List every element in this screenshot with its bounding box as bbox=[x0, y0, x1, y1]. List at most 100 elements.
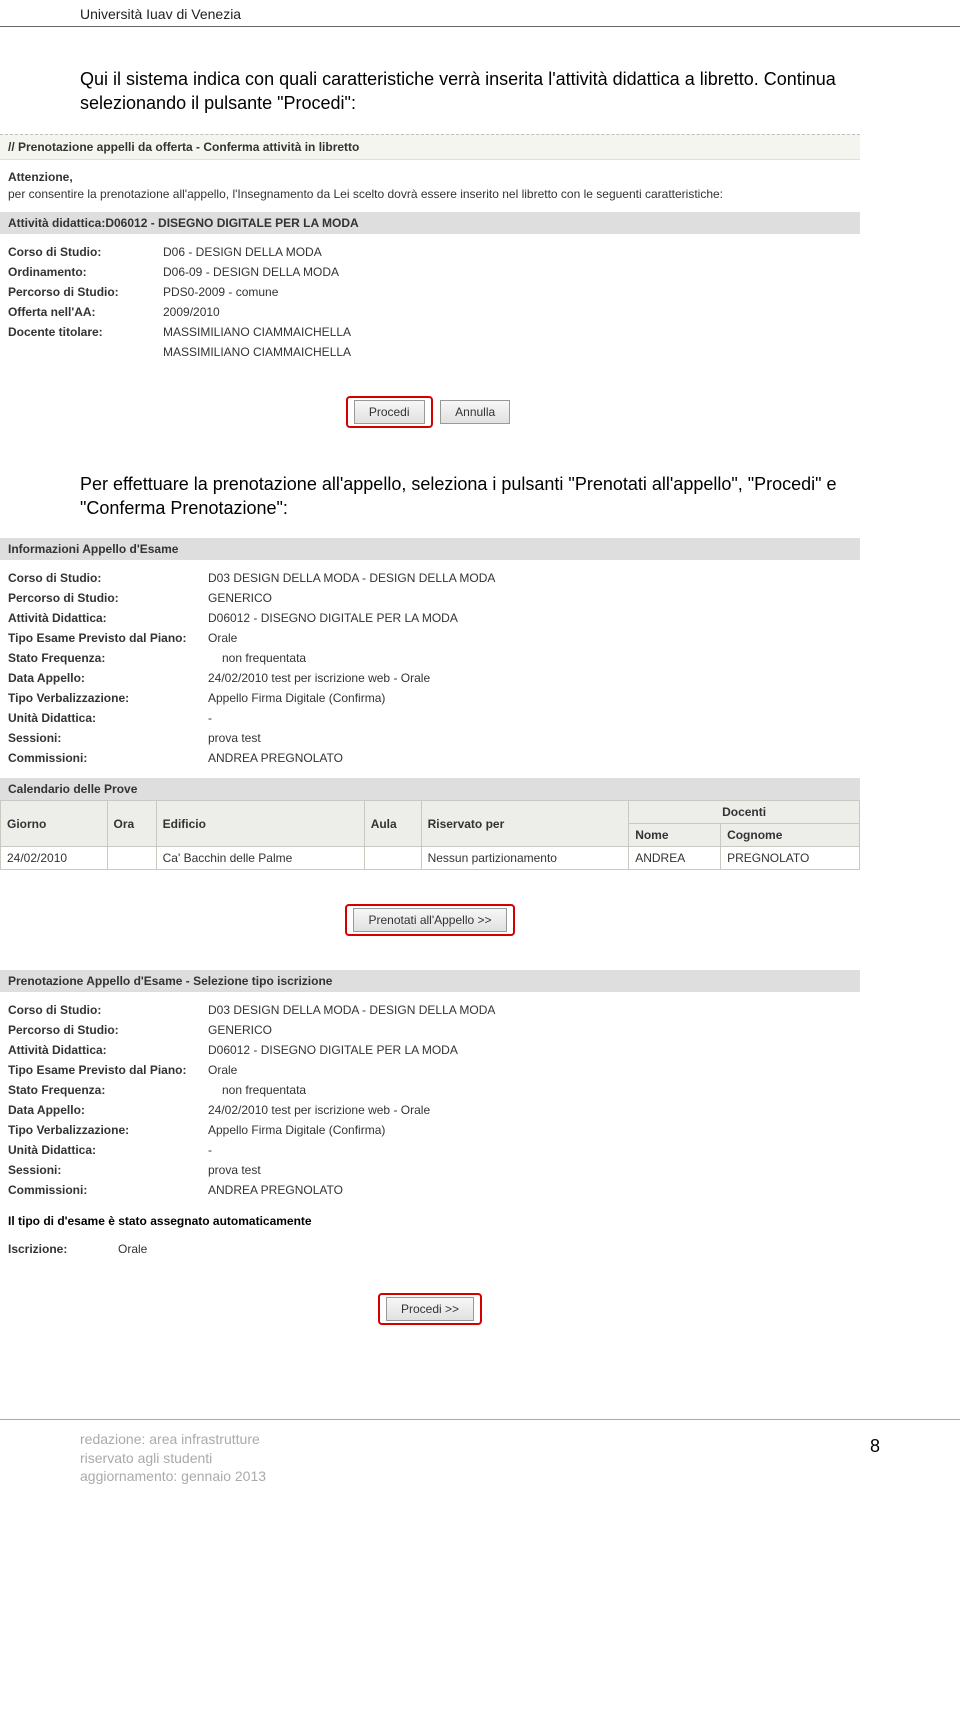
panel2-title: Informazioni Appello d'Esame bbox=[0, 538, 860, 560]
info-value: - bbox=[208, 711, 212, 725]
info-label: Sessioni: bbox=[8, 1163, 208, 1177]
footer-line-2: riservato agli studenti bbox=[80, 1449, 266, 1467]
panel-exam-info: Informazioni Appello d'Esame Corso di St… bbox=[0, 538, 860, 950]
university-name: Università Iuav di Venezia bbox=[80, 6, 241, 22]
info-row: Data Appello:24/02/2010 test per iscrizi… bbox=[0, 1100, 860, 1120]
info-label: Sessioni: bbox=[8, 731, 208, 745]
info-row: Unità Didattica:- bbox=[0, 708, 860, 728]
info-label: Percorso di Studio: bbox=[8, 1023, 208, 1037]
info-value: Orale bbox=[208, 631, 237, 645]
info-label: Commissioni: bbox=[8, 1183, 208, 1197]
info-value: MASSIMILIANO CIAMMAICHELLA bbox=[163, 325, 351, 339]
procedi2-highlight: Procedi >> bbox=[378, 1293, 482, 1325]
info-label: Unità Didattica: bbox=[8, 1143, 208, 1157]
info-value: D03 DESIGN DELLA MODA - DESIGN DELLA MOD… bbox=[208, 1003, 495, 1017]
info-label: Commissioni: bbox=[8, 751, 208, 765]
info-row: Sessioni:prova test bbox=[0, 1160, 860, 1180]
calendar-table: Giorno Ora Edificio Aula Riservato per D… bbox=[0, 800, 860, 870]
info-value: D06012 - DISEGNO DIGITALE PER LA MODA bbox=[208, 1043, 458, 1057]
info-label: Tipo Verbalizzazione: bbox=[8, 691, 208, 705]
info-label: Ordinamento: bbox=[8, 265, 163, 279]
table-row: 24/02/2010 Ca' Bacchin delle Palme Nessu… bbox=[1, 847, 860, 870]
info-value: non frequentata bbox=[208, 651, 306, 665]
panel-confirm-activity: // Prenotazione appelli da offerta - Con… bbox=[0, 134, 860, 442]
prenotati-highlight: Prenotati all'Appello >> bbox=[345, 904, 514, 936]
panel1-button-row: Procedi Annulla bbox=[0, 362, 860, 442]
info-row: Data Appello:24/02/2010 test per iscrizi… bbox=[0, 668, 860, 688]
info-value: Orale bbox=[208, 1063, 237, 1077]
info-label: Tipo Esame Previsto dal Piano: bbox=[8, 1063, 208, 1077]
info-label: Docente titolare: bbox=[8, 325, 163, 339]
info-row: Corso di Studio:D03 DESIGN DELLA MODA - … bbox=[0, 1000, 860, 1020]
info-row: Commissioni:ANDREA PREGNOLATO bbox=[0, 748, 860, 768]
info-row: Corso di Studio:D06 - DESIGN DELLA MODA bbox=[0, 242, 860, 262]
info-label: Tipo Esame Previsto dal Piano: bbox=[8, 631, 208, 645]
info-label: Attività Didattica: bbox=[8, 1043, 208, 1057]
info-label: Data Appello: bbox=[8, 1103, 208, 1117]
info-row: Sessioni:prova test bbox=[0, 728, 860, 748]
activity-bar: Attività didattica:D06012 - DISEGNO DIGI… bbox=[0, 212, 860, 234]
info-value: 24/02/2010 test per iscrizione web - Ora… bbox=[208, 671, 430, 685]
procedi-button[interactable]: Procedi bbox=[354, 400, 425, 424]
info-label: Stato Frequenza: bbox=[8, 1083, 208, 1097]
paragraph-1: Qui il sistema indica con quali caratter… bbox=[0, 67, 960, 116]
page-number: 8 bbox=[870, 1430, 880, 1457]
info-row: Percorso di Studio:PDS0-2009 - comune bbox=[0, 282, 860, 302]
info-label: Tipo Verbalizzazione: bbox=[8, 1123, 208, 1137]
info-row: Attività Didattica:D06012 - DISEGNO DIGI… bbox=[0, 1040, 860, 1060]
info-value: D06012 - DISEGNO DIGITALE PER LA MODA bbox=[208, 611, 458, 625]
info-value: non frequentata bbox=[208, 1083, 306, 1097]
info-value: GENERICO bbox=[208, 1023, 272, 1037]
info-label: Corso di Studio: bbox=[8, 571, 208, 585]
info-row: Stato Frequenza:non frequentata bbox=[0, 1080, 860, 1100]
info-label: Percorso di Studio: bbox=[8, 591, 208, 605]
info-row: Commissioni:ANDREA PREGNOLATO bbox=[0, 1180, 860, 1200]
footer-line-1: redazione: area infrastrutture bbox=[80, 1430, 266, 1448]
info-value: ANDREA PREGNOLATO bbox=[208, 1183, 343, 1197]
info-value: prova test bbox=[208, 1163, 261, 1177]
info-row: Offerta nell'AA:2009/2010 bbox=[0, 302, 860, 322]
info-row: Corso di Studio:D03 DESIGN DELLA MODA - … bbox=[0, 568, 860, 588]
info-value: GENERICO bbox=[208, 591, 272, 605]
page-footer: redazione: area infrastrutture riservato… bbox=[0, 1419, 960, 1485]
docente-extra-row: MASSIMILIANO CIAMMAICHELLA bbox=[0, 342, 860, 362]
calendar-title: Calendario delle Prove bbox=[0, 778, 860, 800]
info-label: Offerta nell'AA: bbox=[8, 305, 163, 319]
procedi-highlight: Procedi bbox=[346, 396, 433, 428]
attention-label: Attenzione, bbox=[0, 160, 860, 186]
info-label: Corso di Studio: bbox=[8, 1003, 208, 1017]
info-row: Tipo Verbalizzazione:Appello Firma Digit… bbox=[0, 1120, 860, 1140]
table-header-row: Giorno Ora Edificio Aula Riservato per D… bbox=[1, 801, 860, 824]
attention-text: per consentire la prenotazione all'appel… bbox=[0, 186, 860, 212]
info-value: - bbox=[208, 1143, 212, 1157]
info-row: Tipo Esame Previsto dal Piano:Orale bbox=[0, 628, 860, 648]
info-label: Percorso di Studio: bbox=[8, 285, 163, 299]
iscrizione-row: Iscrizione: Orale bbox=[0, 1230, 860, 1259]
procedi2-button[interactable]: Procedi >> bbox=[386, 1297, 474, 1321]
prenotati-button[interactable]: Prenotati all'Appello >> bbox=[353, 908, 506, 932]
info-row: Percorso di Studio:GENERICO bbox=[0, 1020, 860, 1040]
info-value: Appello Firma Digitale (Confirma) bbox=[208, 1123, 385, 1137]
panel3-title: Prenotazione Appello d'Esame - Selezione… bbox=[0, 970, 860, 992]
info-label: Stato Frequenza: bbox=[8, 651, 208, 665]
info-value: D06-09 - DESIGN DELLA MODA bbox=[163, 265, 339, 279]
annulla-button[interactable]: Annulla bbox=[440, 400, 510, 424]
info-row: Percorso di Studio:GENERICO bbox=[0, 588, 860, 608]
info-value: 24/02/2010 test per iscrizione web - Ora… bbox=[208, 1103, 430, 1117]
info-label: Unità Didattica: bbox=[8, 711, 208, 725]
page-header: Università Iuav di Venezia bbox=[0, 0, 960, 27]
panel3-button-row: Procedi >> bbox=[0, 1259, 860, 1339]
info-value: Appello Firma Digitale (Confirma) bbox=[208, 691, 385, 705]
panel1-title: // Prenotazione appelli da offerta - Con… bbox=[0, 134, 860, 160]
info-row: Stato Frequenza:non frequentata bbox=[0, 648, 860, 668]
auto-assigned-text: Il tipo di d'esame è stato assegnato aut… bbox=[0, 1200, 860, 1230]
paragraph-2: Per effettuare la prenotazione all'appel… bbox=[0, 472, 960, 521]
info-value: D03 DESIGN DELLA MODA - DESIGN DELLA MOD… bbox=[208, 571, 495, 585]
info-value: ANDREA PREGNOLATO bbox=[208, 751, 343, 765]
info-value: PDS0-2009 - comune bbox=[163, 285, 278, 299]
info-label: Data Appello: bbox=[8, 671, 208, 685]
info-row: Ordinamento:D06-09 - DESIGN DELLA MODA bbox=[0, 262, 860, 282]
info-label: Corso di Studio: bbox=[8, 245, 163, 259]
info-row: Attività Didattica:D06012 - DISEGNO DIGI… bbox=[0, 608, 860, 628]
info-value: 2009/2010 bbox=[163, 305, 220, 319]
